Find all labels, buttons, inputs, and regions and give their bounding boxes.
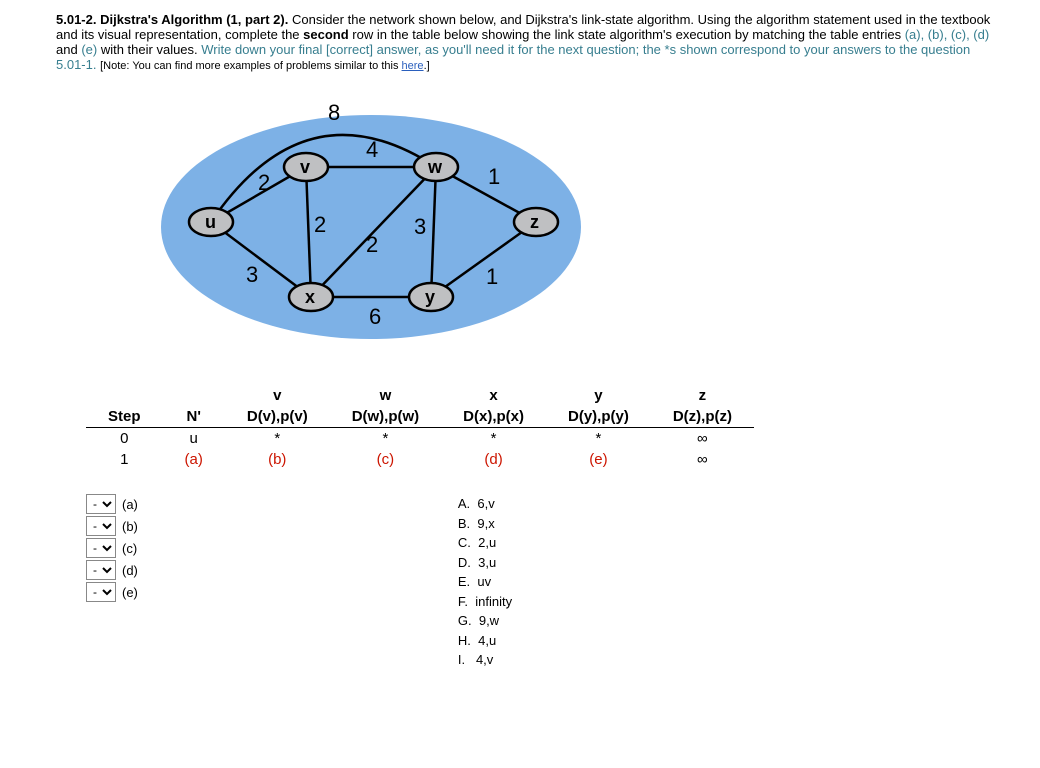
svg-text:w: w [427, 157, 443, 177]
svg-text:y: y [425, 287, 435, 307]
hdr-dy: D(y),p(y) [546, 406, 651, 428]
svg-text:x: x [305, 287, 315, 307]
node-u: u [189, 208, 233, 236]
weight-wy: 3 [414, 214, 426, 239]
question-body2: row in the table below showing the link … [352, 27, 904, 42]
answer-options: A. 6,v B. 9,x C. 2,u D. 3,u E. uv F. inf… [458, 494, 512, 670]
question-block: 5.01-2. Dijkstra's Algorithm (1, part 2)… [56, 12, 1000, 72]
question-bold: second [303, 27, 349, 42]
select-a[interactable]: - [86, 494, 116, 514]
weight-vx: 2 [314, 212, 326, 237]
hdr-step: Step [86, 406, 163, 428]
node-x: x [289, 283, 333, 311]
option-f: F. infinity [458, 592, 512, 612]
hdr-dz: D(z),p(z) [651, 406, 754, 428]
r0-y: * [546, 428, 651, 450]
r1-x: (d) [441, 449, 546, 470]
weight-yz: 1 [486, 264, 498, 289]
select-b[interactable]: - [86, 516, 116, 536]
entries-abcd: (a), (b), (c), (d) [905, 27, 990, 42]
network-graph: 8 2 3 2 4 2 3 6 1 1 u v w x y z [156, 92, 1000, 355]
node-y: y [409, 283, 453, 311]
option-h: H. 4,u [458, 631, 512, 651]
r1-w: (c) [330, 449, 441, 470]
weight-xy: 6 [369, 304, 381, 329]
table-row-1: 1 (a) (b) (c) (d) (e) ∞ [86, 449, 754, 470]
r1-z: ∞ [651, 449, 754, 470]
svg-text:v: v [300, 157, 310, 177]
weight-uw: 8 [328, 100, 340, 125]
col-z: z [651, 385, 754, 406]
label-d: (d) [122, 563, 138, 578]
note-post: .] [424, 60, 430, 72]
r1-v: (b) [225, 449, 330, 470]
r0-w: * [330, 428, 441, 450]
table-row-0: 0 u * * * * ∞ [86, 428, 754, 450]
entry-e: (e) [81, 42, 97, 57]
weight-vw: 4 [366, 137, 378, 162]
note-pre: [Note: You can find more examples of pro… [100, 60, 401, 72]
dijkstra-table: v w x y z Step N' D(v),p(v) D(w),p(w) D(… [86, 385, 1000, 470]
col-w: w [330, 385, 441, 406]
r0-v: * [225, 428, 330, 450]
r1-y: (e) [546, 449, 651, 470]
label-a: (a) [122, 497, 138, 512]
label-c: (c) [122, 541, 137, 556]
r1-step: 1 [86, 449, 163, 470]
weight-wx: 2 [366, 232, 378, 257]
question-body3: and [56, 42, 81, 57]
svg-text:u: u [205, 212, 216, 232]
label-b: (b) [122, 519, 138, 534]
option-d: D. 3,u [458, 553, 512, 573]
hdr-dw: D(w),p(w) [330, 406, 441, 428]
note: [Note: You can find more examples of pro… [100, 60, 430, 72]
node-w: w [414, 153, 458, 181]
r0-np: u [163, 428, 225, 450]
r0-z: ∞ [651, 428, 754, 450]
label-e: (e) [122, 585, 138, 600]
col-x: x [441, 385, 546, 406]
select-d[interactable]: - [86, 560, 116, 580]
note-link[interactable]: here [402, 60, 424, 72]
weight-ux: 3 [246, 262, 258, 287]
option-e: E. uv [458, 572, 512, 592]
option-b: B. 9,x [458, 514, 512, 534]
option-a: A. 6,v [458, 494, 512, 514]
hdr-dx: D(x),p(x) [441, 406, 546, 428]
answer-selects: - (a) - (b) - (c) - (d) - (e) [86, 494, 138, 670]
hdr-np: N' [163, 406, 225, 428]
svg-text:z: z [530, 212, 539, 232]
col-v: v [225, 385, 330, 406]
option-g: G. 9,w [458, 611, 512, 631]
r0-step: 0 [86, 428, 163, 450]
question-body4: with their values. [101, 42, 201, 57]
select-e[interactable]: - [86, 582, 116, 602]
r0-x: * [441, 428, 546, 450]
option-c: C. 2,u [458, 533, 512, 553]
weight-wz: 1 [488, 164, 500, 189]
question-number: 5.01-2. Dijkstra's Algorithm (1, part 2)… [56, 12, 288, 27]
node-z: z [514, 208, 558, 236]
r1-np: (a) [163, 449, 225, 470]
option-i: I. 4,v [458, 650, 512, 670]
weight-uv: 2 [258, 170, 270, 195]
select-c[interactable]: - [86, 538, 116, 558]
node-v: v [284, 153, 328, 181]
col-y: y [546, 385, 651, 406]
hdr-dv: D(v),p(v) [225, 406, 330, 428]
